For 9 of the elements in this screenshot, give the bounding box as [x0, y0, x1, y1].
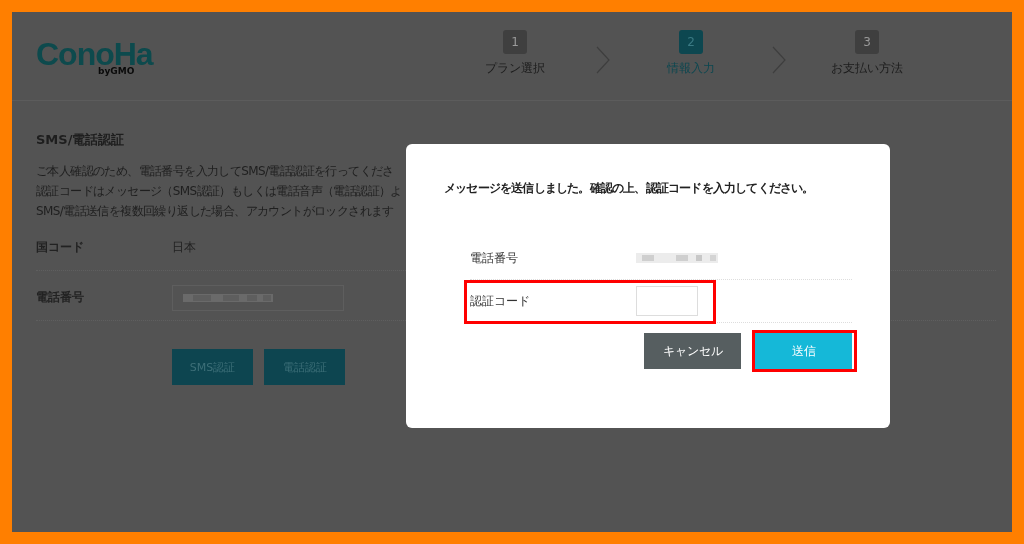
code-input[interactable]: [636, 286, 698, 316]
step-number: 1: [503, 30, 527, 54]
field-label: 電話番号: [470, 249, 519, 267]
step-label: 情報入力: [667, 60, 715, 77]
dialog-button[interactable]: 送信: [755, 333, 852, 369]
dialog-button[interactable]: キャンセル: [644, 333, 741, 369]
field-label: 認証コード: [470, 292, 531, 310]
dialog-message: メッセージを送信しました。確認の上、認証コードを入力してください。: [444, 180, 814, 197]
step-number: 3: [855, 30, 879, 54]
